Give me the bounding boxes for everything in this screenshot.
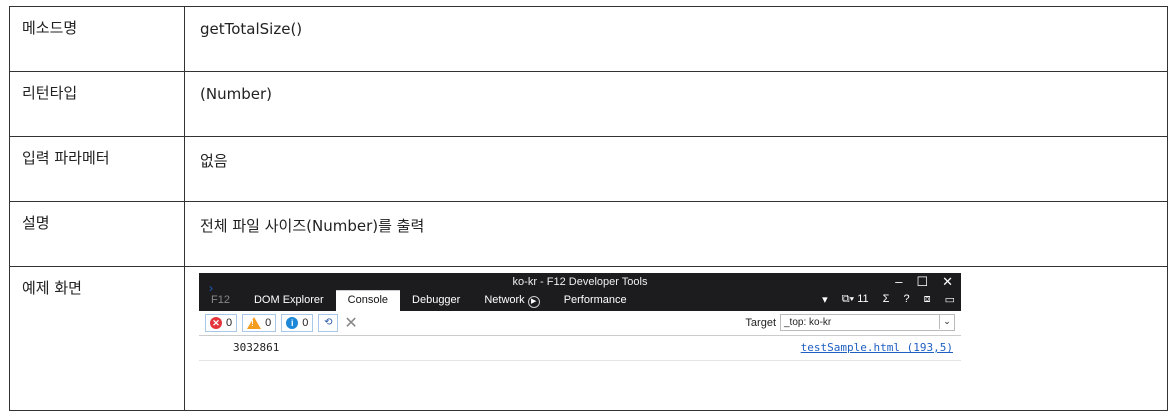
devtools-titlebar: ko-kr - F12 Developer Tools – ☐ ✕ bbox=[199, 273, 961, 291]
warnings-filter-button[interactable]: ! 0 bbox=[242, 314, 277, 332]
console-log-row: 3032861 testSample.html (193,5) bbox=[199, 336, 961, 361]
console-prompt-icon[interactable]: › bbox=[209, 281, 213, 295]
info-filter-button[interactable]: i 0 bbox=[281, 314, 314, 332]
row-value-example: ko-kr - F12 Developer Tools – ☐ ✕ F12 DO… bbox=[184, 266, 1168, 411]
devtools-screenshot: ko-kr - F12 Developer Tools – ☐ ✕ F12 DO… bbox=[199, 273, 961, 397]
tab-console[interactable]: Console bbox=[335, 290, 401, 311]
row-label-input-parameter: 입력 파라메터 bbox=[9, 136, 185, 202]
target-label: Target bbox=[745, 316, 776, 329]
window-title: ko-kr - F12 Developer Tools bbox=[512, 276, 648, 288]
errors-filter-button[interactable]: ✕ 0 bbox=[205, 314, 238, 332]
warning-icon: ! bbox=[247, 317, 262, 329]
tab-f12: F12 bbox=[211, 294, 230, 306]
errors-count: 0 bbox=[226, 317, 233, 329]
emulation-count: 11 bbox=[857, 293, 869, 305]
dock-icon[interactable]: ⧈ bbox=[924, 293, 931, 306]
chevron-down-icon: ⌄ bbox=[939, 314, 954, 329]
undock-icon[interactable]: ▭ bbox=[945, 293, 955, 306]
minimize-icon[interactable]: – bbox=[895, 274, 902, 290]
tab-network-label: Network bbox=[484, 294, 525, 306]
clear-on-navigate-button[interactable]: ⟲ bbox=[318, 314, 339, 332]
row-value-description: 전체 파일 사이즈(Number)를 출력 bbox=[184, 201, 1168, 267]
target-select-value: _top: ko-kr bbox=[784, 317, 832, 328]
overflow-chevron-icon[interactable]: ▾ bbox=[822, 293, 828, 306]
row-label-example: 예제 화면 bbox=[9, 266, 185, 411]
emulation-icon[interactable]: ⧉▾ 11 bbox=[842, 293, 869, 306]
error-icon: ✕ bbox=[210, 317, 222, 329]
clear-console-icon[interactable]: ✕ bbox=[344, 313, 357, 333]
table-row: 예제 화면 ko-kr - F12 Developer Tools – ☐ ✕ … bbox=[9, 266, 1168, 411]
target-selector: Target _top: ko-kr ⌄ bbox=[745, 314, 955, 331]
log-source-link[interactable]: testSample.html (193,5) bbox=[801, 341, 953, 354]
devtools-right-controls: ▾ ⧉▾ 11 Σ ? ⧈ ▭ bbox=[822, 293, 955, 306]
maximize-icon[interactable]: ☐ bbox=[916, 274, 928, 290]
row-label-return-type: 리턴타입 bbox=[9, 71, 185, 137]
clear-on-navigate-icon: ⟲ bbox=[324, 317, 333, 328]
tab-dom-explorer[interactable]: DOM Explorer bbox=[242, 291, 336, 311]
help-icon[interactable]: ? bbox=[903, 293, 909, 306]
devtools-tabbar: F12 DOM Explorer Console Debugger Networ… bbox=[199, 290, 961, 311]
method-doc-table: 메소드명 getTotalSize() 리턴타입 (Number) 입력 파라메… bbox=[9, 6, 1168, 411]
table-row: 설명 전체 파일 사이즈(Number)를 출력 bbox=[9, 201, 1168, 267]
row-value-input-parameter: 없음 bbox=[184, 136, 1168, 202]
info-icon: i bbox=[286, 317, 299, 329]
row-value-return-type: (Number) bbox=[184, 71, 1168, 137]
row-label-method-name: 메소드명 bbox=[9, 6, 185, 72]
console-toolbar: ✕ 0 ! 0 i 0 ⟲ ✕ Target _top: ko-kr ⌄ bbox=[199, 311, 961, 336]
tab-debugger[interactable]: Debugger bbox=[400, 291, 472, 311]
close-icon[interactable]: ✕ bbox=[942, 274, 953, 290]
table-row: 입력 파라메터 없음 bbox=[9, 136, 1168, 202]
target-select[interactable]: _top: ko-kr ⌄ bbox=[780, 314, 955, 331]
tab-performance[interactable]: Performance bbox=[552, 291, 639, 311]
row-value-method-name: getTotalSize() bbox=[184, 6, 1168, 72]
window-controls: – ☐ ✕ bbox=[895, 274, 953, 290]
log-value: 3032861 bbox=[233, 341, 280, 354]
table-row: 리턴타입 (Number) bbox=[9, 71, 1168, 137]
play-icon: ▶ bbox=[527, 296, 540, 308]
console-toggle-icon[interactable]: Σ bbox=[883, 293, 890, 306]
tab-network[interactable]: Network ▶ bbox=[472, 291, 551, 311]
table-row: 메소드명 getTotalSize() bbox=[9, 6, 1168, 72]
info-count: 0 bbox=[302, 317, 309, 329]
warnings-count: 0 bbox=[265, 317, 272, 329]
row-label-description: 설명 bbox=[9, 201, 185, 267]
